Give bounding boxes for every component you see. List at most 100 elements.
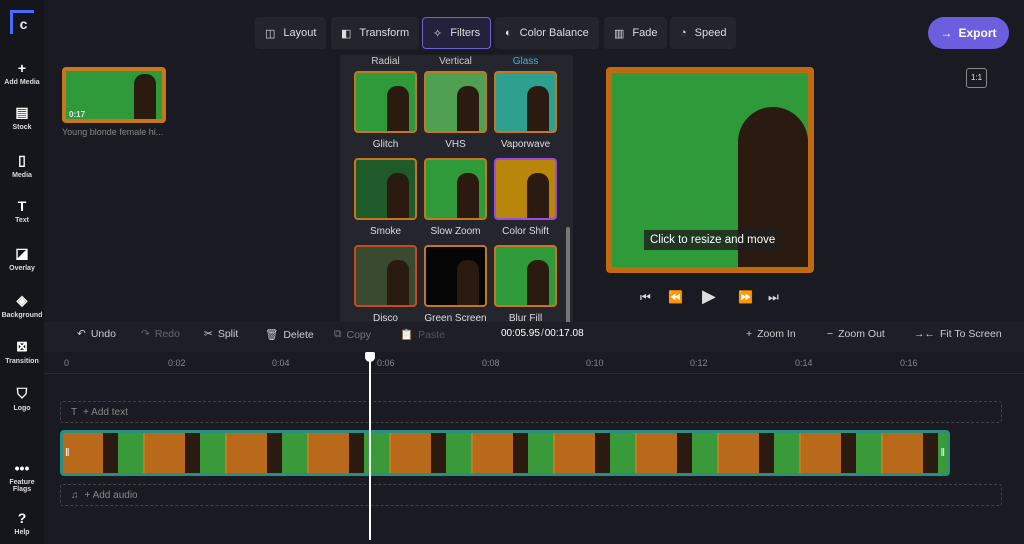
sidebar-item-text[interactable]: T Text <box>0 198 44 224</box>
color-balance-button[interactable]: ◐ Color Balance <box>495 17 599 49</box>
trim-handle-right[interactable]: ‖ <box>940 447 945 459</box>
time-display: 00:05.95/00:17.08 <box>501 328 584 339</box>
filter-vhs[interactable]: VHS <box>424 71 487 150</box>
copy-icon: ⧉ <box>334 328 342 340</box>
filter-thumbnail <box>354 158 417 220</box>
paste-icon: 📋 <box>400 329 414 341</box>
paste-button[interactable]: 📋 Paste <box>400 328 445 342</box>
help-icon: ? <box>17 510 27 526</box>
export-button[interactable]: → Export <box>928 17 1009 49</box>
filters-scrollbar[interactable] <box>566 227 570 327</box>
copy-button[interactable]: ⧉ Copy <box>334 328 371 341</box>
tick-label: 0:02 <box>168 358 186 368</box>
fit-to-screen-button[interactable]: →← Fit To Screen <box>914 328 1002 340</box>
sidebar-item-add-media[interactable]: + Add Media <box>0 60 44 86</box>
sidebar-item-overlay[interactable]: ◪ Overlay <box>0 245 44 272</box>
sidebar-item-feature-flags[interactable]: ••• Feature Flags <box>0 460 44 493</box>
arrow-right-icon: → <box>940 26 953 40</box>
text-icon: T <box>17 198 27 214</box>
filters-panel: Radial Vertical Glass Glitch VHS Vaporwa… <box>340 55 573 332</box>
skip-forward-icon[interactable]: ⏭ <box>768 290 779 305</box>
filter-thumbnail <box>354 71 417 133</box>
zoom-out-button[interactable]: − Zoom Out <box>827 328 885 340</box>
media-duration: 0:17 <box>69 110 86 119</box>
media-title: Young blonde female hi... <box>62 127 164 137</box>
filter-radial-label[interactable]: Radial <box>354 56 417 68</box>
layers-icon: ◈ <box>16 292 28 308</box>
stock-icon: ▤ <box>15 104 29 120</box>
sidebar-item-logo[interactable]: ⛉ Logo <box>0 385 44 412</box>
overlay-icon: ◪ <box>15 245 29 261</box>
timeline-ruler[interactable] <box>44 352 1024 374</box>
minus-icon: − <box>827 328 834 340</box>
redo-icon: ↷ <box>141 328 150 340</box>
split-button[interactable]: ✂ Split <box>204 328 238 340</box>
zoom-in-button[interactable]: + Zoom In <box>746 328 796 340</box>
media-item[interactable]: 0:17 Young blonde female hi... <box>62 67 166 137</box>
transform-button[interactable]: ◧ Transform <box>331 17 420 49</box>
playhead-handle[interactable] <box>365 352 375 362</box>
tick-label: 0:08 <box>482 358 500 368</box>
tick-label: 0:12 <box>690 358 708 368</box>
tick-label: 0:06 <box>377 358 395 368</box>
play-icon[interactable]: ▶ <box>702 286 716 307</box>
trim-handle-left[interactable]: ‖ <box>65 447 70 459</box>
audio-track[interactable]: ♫ + Add audio <box>60 484 1002 506</box>
fade-button[interactable]: ▥ Fade <box>604 17 668 49</box>
dots-icon: ••• <box>14 460 30 476</box>
sidebar-item-background[interactable]: ◈ Background <box>0 292 44 319</box>
filter-green-screen[interactable]: Green Screen <box>424 245 487 324</box>
rewind-icon[interactable]: ⏪ <box>668 290 683 304</box>
filter-blur-fill[interactable]: Blur Fill <box>494 245 557 324</box>
file-icon: ▯ <box>18 152 26 168</box>
filter-thumbnail <box>424 158 487 220</box>
playhead[interactable] <box>369 352 371 540</box>
tick-label: 0:14 <box>795 358 813 368</box>
speed-icon: ◔ <box>680 27 687 39</box>
sidebar-item-stock[interactable]: ▤ Stock <box>0 104 44 131</box>
color-balance-icon: ◐ <box>505 27 512 39</box>
video-clip[interactable]: ‖ ‖ <box>60 430 950 476</box>
filter-vertical-label[interactable]: Vertical <box>424 56 487 68</box>
filter-color-shift[interactable]: Color Shift <box>494 158 557 237</box>
redo-button[interactable]: ↷ Redo <box>141 328 180 340</box>
tick-label: 0:10 <box>586 358 604 368</box>
transition-icon: ⊠ <box>16 338 28 354</box>
music-icon: ♫ <box>71 489 79 501</box>
fast-forward-icon[interactable]: ⏩ <box>738 290 753 304</box>
tick-label: 0 <box>64 358 70 368</box>
sidebar-item-transition[interactable]: ⊠ Transition <box>0 338 44 365</box>
aspect-ratio-button[interactable]: 1:1 <box>966 68 987 88</box>
filter-thumbnail <box>494 71 557 133</box>
undo-button[interactable]: ↶ Undo <box>77 328 116 340</box>
filter-slow-zoom[interactable]: Slow Zoom <box>424 158 487 237</box>
sidebar-item-media[interactable]: ▯ Media <box>0 152 44 179</box>
skip-back-icon[interactable]: ⏮ <box>640 290 651 305</box>
filter-thumbnail <box>494 245 557 307</box>
tick-label: 0:04 <box>272 358 290 368</box>
layout-icon: ◫ <box>265 27 276 40</box>
logo[interactable]: c <box>10 10 34 34</box>
filter-smoke[interactable]: Smoke <box>354 158 417 237</box>
filter-vaporwave[interactable]: Vaporwave <box>494 71 557 150</box>
fade-icon: ▥ <box>614 27 625 40</box>
sidebar: c + Add Media ▤ Stock ▯ Media T Text ◪ Overla… <box>0 0 44 544</box>
filter-thumbnail <box>424 245 487 307</box>
speed-button[interactable]: ◔ Speed <box>670 17 737 49</box>
layout-button[interactable]: ◫ Layout <box>255 17 327 49</box>
filter-disco[interactable]: Disco <box>354 245 417 324</box>
transform-icon: ◧ <box>341 27 352 40</box>
text-track[interactable]: T + Add text <box>60 401 1002 423</box>
plus-icon: + <box>17 60 27 76</box>
delete-button[interactable]: 🗑 Delete <box>265 328 314 342</box>
filters-button[interactable]: ✧ Filters <box>422 17 492 49</box>
shield-icon: ⛉ <box>16 385 28 401</box>
video-preview[interactable]: Click to resize and move <box>606 67 814 273</box>
filter-thumbnail <box>354 245 417 307</box>
sparkle-icon: ✧ <box>433 27 443 40</box>
sidebar-item-help[interactable]: ? Help <box>0 510 44 536</box>
filter-glitch[interactable]: Glitch <box>354 71 417 150</box>
fit-icon: →← <box>914 328 935 340</box>
tick-label: 0:16 <box>900 358 918 368</box>
filter-glass-label[interactable]: Glass <box>494 56 557 68</box>
